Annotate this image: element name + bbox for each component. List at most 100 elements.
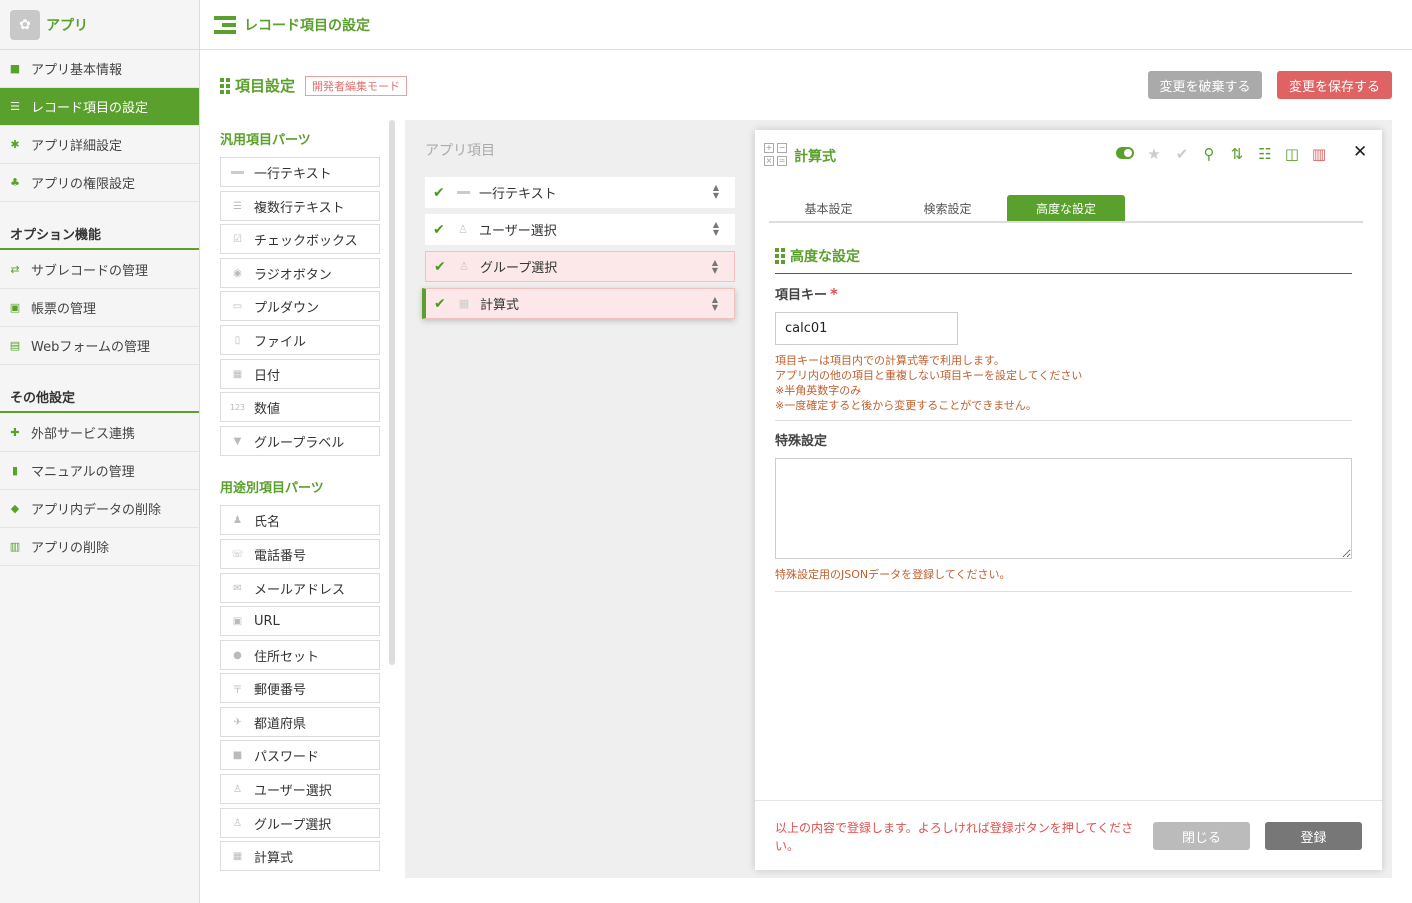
discard-button[interactable]: 変更を破棄する — [1148, 71, 1262, 99]
single-line-icon — [456, 186, 470, 200]
excel-icon: ▣ — [8, 301, 22, 315]
menu-icon[interactable] — [214, 16, 236, 34]
app-logo-icon: ✿ — [10, 10, 40, 40]
columns-icon[interactable]: ◫ — [1283, 145, 1301, 163]
app-field-row[interactable]: ✔♙グループ選択▲▼ — [425, 251, 735, 282]
part-phone[interactable]: ☏電話番号 — [220, 539, 380, 569]
key-notes: 項目キーは項目内での計算式等で利用します。 アプリ内の他の項目と重複しない項目キ… — [775, 353, 1082, 413]
gear-icon: ✱ — [8, 138, 22, 152]
part-postal[interactable]: 〒郵便番号 — [220, 673, 380, 703]
part-group-select[interactable]: ♙グループ選択 — [220, 808, 380, 838]
divider — [775, 591, 1352, 592]
toggle-icon[interactable] — [1116, 147, 1134, 159]
key-input[interactable] — [775, 312, 958, 345]
drag-dots-icon — [220, 78, 230, 94]
tab-search[interactable]: 検索設定 — [888, 195, 1007, 222]
calculator-icon: ▦ — [231, 850, 244, 863]
sidebar-item-webform[interactable]: ▤Webフォームの管理 — [0, 327, 199, 365]
check-icon: ✔ — [433, 222, 447, 238]
sidebar-item-detail-settings[interactable]: ✱アプリ詳細設定 — [0, 126, 199, 164]
sort-icon[interactable]: ▲▼ — [712, 296, 718, 312]
link-icon: ▣ — [231, 615, 244, 628]
app-name: アプリ — [46, 15, 88, 35]
sort-icon[interactable]: ▲▼ — [713, 221, 719, 237]
star-icon[interactable]: ★ — [1145, 145, 1163, 163]
file-icon: ▯ — [231, 334, 244, 347]
part-group-label[interactable]: ▼グループラベル — [220, 426, 380, 456]
sort-order-icon[interactable]: ⇅ — [1228, 145, 1246, 163]
special-note: 特殊設定用のJSONデータを登録してください。 — [775, 567, 1010, 582]
double-check-icon[interactable]: ✔ — [1173, 145, 1191, 163]
multi-line-icon: ☰ — [231, 200, 244, 213]
sidebar-item-delete-data[interactable]: ◆アプリ内データの削除 — [0, 490, 199, 528]
part-radio[interactable]: ◉ラジオボタン — [220, 258, 380, 288]
list-view-icon[interactable]: ☷ — [1256, 145, 1274, 163]
search-icon[interactable]: ⚲ — [1200, 145, 1218, 163]
panel-title: 計算式 — [794, 146, 836, 166]
part-prefecture[interactable]: ✈都道府県 — [220, 707, 380, 737]
sort-icon[interactable]: ▲▼ — [712, 259, 718, 275]
bookmark-icon: ▼ — [231, 435, 244, 448]
register-button[interactable]: 登録 — [1265, 822, 1362, 850]
tab-advanced[interactable]: 高度な設定 — [1007, 195, 1125, 222]
app-field-row[interactable]: ✔♙ユーザー選択▲▼ — [425, 214, 735, 245]
user-icon: ♙ — [231, 783, 244, 796]
save-button[interactable]: 変更を保存する — [1277, 71, 1392, 99]
part-password[interactable]: ■パスワード — [220, 740, 380, 770]
clipboard-icon: ▤ — [8, 339, 22, 353]
special-json-input[interactable] — [775, 458, 1352, 559]
close-button[interactable]: 閉じる — [1153, 822, 1250, 850]
sort-icon[interactable]: ▲▼ — [713, 184, 719, 200]
section-title: 高度な設定 — [790, 246, 860, 266]
sidebar-item-external[interactable]: ✚外部サービス連携 — [0, 414, 199, 452]
footer-message: 以上の内容で登録します。よろしければ登録ボタンを押してください。 — [775, 819, 1137, 855]
other-section-title: その他設定 — [0, 387, 199, 413]
subrecord-icon: ⇄ — [8, 263, 22, 277]
app-field-row[interactable]: ✔一行テキスト▲▼ — [425, 177, 735, 208]
part-name[interactable]: ♟氏名 — [220, 505, 380, 535]
app-header[interactable]: ✿ アプリ — [0, 0, 199, 50]
required-mark: * — [830, 285, 838, 303]
group-icon: ♙ — [457, 260, 471, 274]
part-formula[interactable]: ▦計算式 — [220, 841, 380, 871]
single-line-icon — [231, 166, 244, 179]
sidebar-item-forms[interactable]: ▣帳票の管理 — [0, 289, 199, 327]
part-dropdown[interactable]: ▭プルダウン — [220, 291, 380, 321]
calculator-icon: +−×= — [764, 143, 788, 165]
sidebar-item-delete-app[interactable]: ▥アプリの削除 — [0, 528, 199, 566]
sidebar: ✿ アプリ ■アプリ基本情報 ☰レコード項目の設定 ✱アプリ詳細設定 ♣アプリの… — [0, 0, 200, 903]
tab-basic[interactable]: 基本設定 — [769, 195, 888, 222]
divider — [775, 420, 1352, 421]
tab-divider — [769, 221, 1363, 223]
part-checkbox[interactable]: ☑チェックボックス — [220, 224, 380, 254]
drag-dots-icon — [775, 248, 785, 264]
japan-map-icon: ✈ — [231, 716, 244, 729]
part-address[interactable]: ●住所セット — [220, 640, 380, 670]
sidebar-item-basic-info[interactable]: ■アプリ基本情報 — [0, 50, 199, 88]
part-email[interactable]: ✉メールアドレス — [220, 573, 380, 603]
delete-icon[interactable]: ▥ — [1310, 145, 1328, 163]
app-fields-title: アプリ項目 — [425, 140, 495, 160]
number-icon: 123 — [231, 401, 244, 414]
person-icon: ♟ — [231, 514, 244, 527]
section-underline — [775, 273, 1352, 274]
part-date[interactable]: ▦日付 — [220, 359, 380, 389]
part-multi-text[interactable]: ☰複数行テキスト — [220, 191, 380, 221]
parts-scrollbar[interactable] — [389, 120, 395, 665]
part-user-select[interactable]: ♙ユーザー選択 — [220, 774, 380, 804]
part-single-text[interactable]: 一行テキスト — [220, 157, 380, 187]
sidebar-item-subrecord[interactable]: ⇄サブレコードの管理 — [0, 251, 199, 289]
page-header: 項目設定 開発者編集モード — [220, 75, 407, 96]
close-icon[interactable]: ✕ — [1353, 142, 1367, 162]
calculator-icon: ▦ — [457, 297, 471, 311]
part-number[interactable]: 123数値 — [220, 392, 380, 422]
sidebar-item-permissions[interactable]: ♣アプリの権限設定 — [0, 164, 199, 202]
sidebar-item-record-fields[interactable]: ☰レコード項目の設定 — [0, 88, 199, 126]
part-url[interactable]: ▣URL — [220, 606, 380, 636]
check-icon: ✔ — [433, 185, 447, 201]
eraser-icon: ◆ — [8, 502, 22, 516]
app-field-row-selected[interactable]: ✔▦計算式▲▼ — [422, 288, 735, 319]
part-file[interactable]: ▯ファイル — [220, 325, 380, 355]
options-section-title: オプション機能 — [0, 224, 199, 250]
sidebar-item-manual[interactable]: ▮マニュアルの管理 — [0, 452, 199, 490]
